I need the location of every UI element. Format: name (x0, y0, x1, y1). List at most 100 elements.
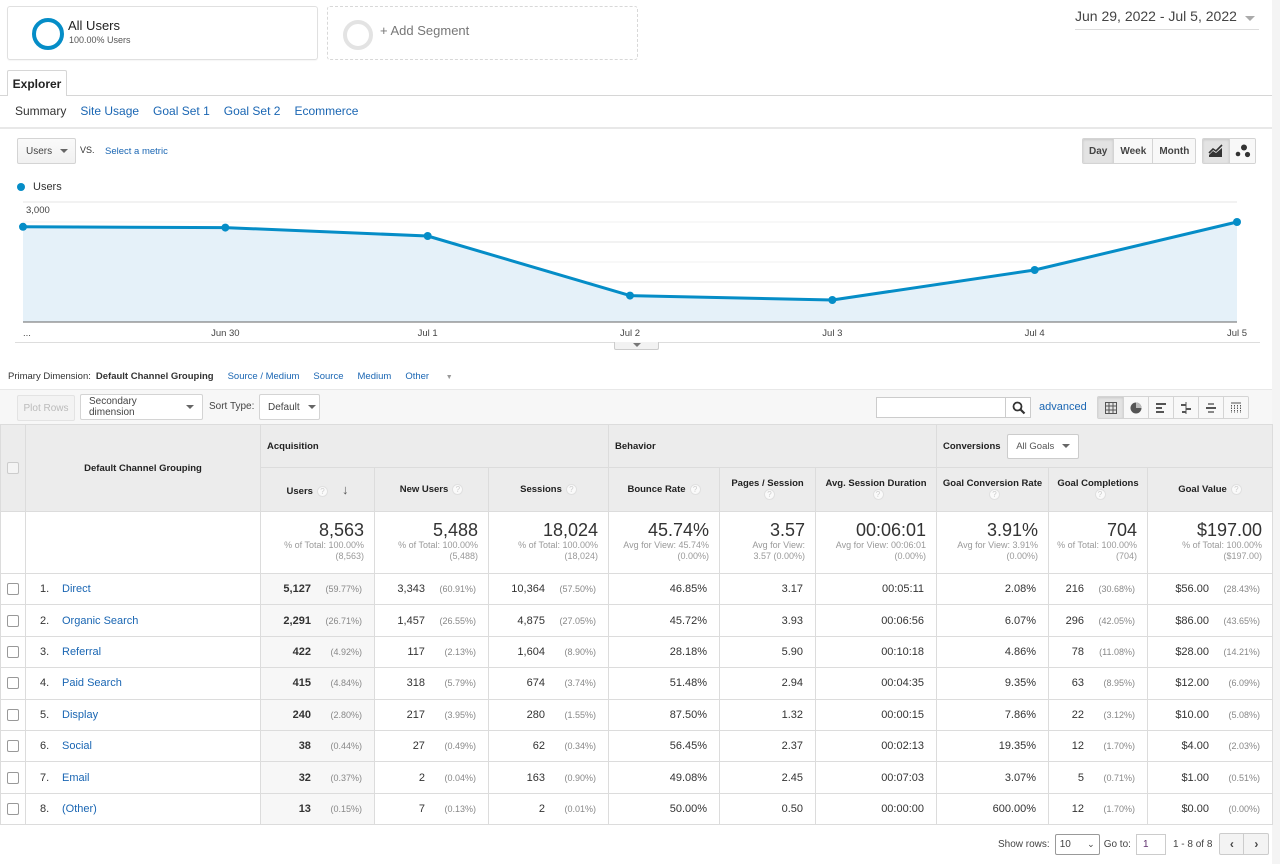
scrollbar-track[interactable] (1272, 0, 1280, 864)
table-search-input[interactable] (876, 397, 1031, 418)
channel-link[interactable]: Email (62, 772, 90, 784)
cell-value: 2.94 (781, 677, 804, 690)
period-month-button[interactable]: Month (1152, 139, 1196, 163)
cell-bounce-rate: 46.85% (608, 572, 721, 606)
chart-legend: Users (17, 181, 62, 193)
subtab-site-usage[interactable]: Site Usage (80, 104, 139, 118)
row-checkbox[interactable] (7, 646, 19, 659)
subtab-goal-set-2[interactable]: Goal Set 2 (224, 104, 281, 118)
subtab-ecommerce[interactable]: Ecommerce (294, 104, 358, 118)
view-percentage-button[interactable] (1123, 397, 1148, 418)
help-icon[interactable]: ? (764, 489, 776, 501)
subtab-goal-set-1[interactable]: Goal Set 1 (153, 104, 210, 118)
secondary-dimension-dropdown[interactable]: Secondary dimension (80, 394, 203, 420)
cell-percent: (43.65%) (1223, 615, 1261, 626)
search-icon[interactable] (1012, 401, 1026, 415)
line-chart-button[interactable] (1203, 139, 1229, 163)
column-header-pages-session[interactable]: Pages / Session? (719, 467, 817, 512)
dimension-source[interactable]: Source (313, 371, 343, 382)
dimension-source-medium[interactable]: Source / Medium (228, 371, 300, 382)
help-icon[interactable]: ? (452, 483, 464, 495)
date-range-picker[interactable]: Jun 29, 2022 - Jul 5, 2022 (1075, 8, 1259, 30)
row-select-cell (0, 698, 26, 731)
dimension-medium[interactable]: Medium (358, 371, 392, 382)
view-comparison-button[interactable] (1173, 397, 1198, 418)
goto-input[interactable]: 1 (1135, 833, 1166, 855)
channel-link[interactable]: Referral (62, 646, 101, 658)
cell-value: $12.00 (1175, 677, 1209, 690)
cell-value: 46.85% (669, 583, 708, 596)
help-icon[interactable]: ? (872, 489, 884, 501)
dimension-other[interactable]: Other ▼ (405, 371, 466, 382)
goal-select-dropdown[interactable]: All Goals (1007, 433, 1080, 459)
cell-percent: (28.43%) (1223, 584, 1261, 595)
dimension-header[interactable]: Default Channel Grouping (25, 424, 261, 512)
column-header-avg-session-duration[interactable]: Avg. Session Duration? (815, 467, 938, 512)
help-icon[interactable]: ? (316, 485, 328, 497)
row-checkbox[interactable] (7, 802, 19, 815)
cell-avg-session-duration: 00:07:03 (815, 761, 938, 794)
previous-page-button[interactable]: ‹ (1220, 834, 1245, 854)
column-header-users[interactable]: Users? ↓ (260, 467, 375, 512)
chart-collapse-handle[interactable] (614, 342, 659, 350)
advanced-filter-link[interactable]: advanced (1039, 401, 1087, 413)
column-header-goal-completions[interactable]: Goal Completions? (1048, 467, 1149, 512)
data-point[interactable] (828, 296, 837, 304)
data-point[interactable] (423, 232, 432, 240)
select-metric-link[interactable]: Select a metric (105, 146, 168, 157)
column-header-sessions[interactable]: Sessions? (487, 467, 610, 512)
data-point[interactable] (19, 222, 27, 231)
column-header-new-users[interactable]: New Users? (374, 467, 489, 512)
row-checkbox[interactable] (7, 614, 19, 627)
help-icon[interactable]: ? (1094, 489, 1106, 501)
channel-link[interactable]: Social (62, 740, 92, 752)
metric-dropdown[interactable]: Users (17, 138, 76, 164)
motion-chart-button[interactable] (1229, 139, 1255, 163)
plot-rows-button[interactable]: Plot Rows (17, 395, 75, 421)
cell-value: 7.86% (1004, 708, 1037, 721)
cell-value: 216 (1065, 583, 1084, 596)
subtab-summary[interactable]: Summary (15, 104, 66, 118)
segment-all-users[interactable]: All Users 100.00% Users (7, 6, 318, 60)
view-term-cloud-button[interactable] (1198, 397, 1223, 418)
next-page-button[interactable]: › (1244, 834, 1268, 854)
data-point[interactable] (221, 223, 230, 232)
tab-explorer[interactable]: Explorer (7, 70, 67, 96)
row-checkbox[interactable] (7, 677, 19, 690)
sort-type-dropdown[interactable]: Default (259, 394, 320, 420)
cell-percent: (0.04%) (444, 772, 476, 783)
period-week-button[interactable]: Week (1113, 139, 1153, 163)
channel-link[interactable]: Direct (62, 583, 91, 595)
column-header-goal-value[interactable]: Goal Value? (1147, 467, 1274, 512)
chevron-down-icon (1062, 444, 1071, 448)
channel-link[interactable]: Paid Search (62, 677, 122, 689)
total-value: 5,488 (432, 520, 478, 540)
data-point[interactable] (1030, 266, 1039, 274)
show-rows-select[interactable]: 10 ⌄ (1054, 833, 1100, 855)
channel-link[interactable]: Organic Search (62, 615, 138, 627)
row-checkbox[interactable] (7, 740, 19, 753)
help-icon[interactable]: ? (1230, 483, 1242, 495)
data-point[interactable] (1233, 218, 1241, 226)
view-performance-button[interactable] (1148, 397, 1173, 418)
view-data-button[interactable] (1098, 397, 1123, 418)
period-day-button[interactable]: Day (1083, 139, 1114, 163)
help-icon[interactable]: ? (565, 483, 577, 495)
row-checkbox[interactable] (7, 771, 19, 784)
select-all-checkbox[interactable] (7, 462, 19, 474)
column-header-goal-conversion-rate[interactable]: Goal Conversion Rate? (936, 467, 1050, 512)
view-pivot-button[interactable] (1223, 397, 1248, 418)
total-value: 8,563 (318, 520, 364, 540)
add-segment-button[interactable]: + Add Segment (327, 6, 638, 60)
column-header-bounce-rate[interactable]: Bounce Rate? (608, 467, 721, 512)
pivot-icon (1231, 402, 1241, 413)
channel-link[interactable]: (Other) (62, 803, 97, 815)
row-checkbox[interactable] (7, 583, 19, 596)
channel-link[interactable]: Display (62, 709, 98, 721)
cell-new-users: 117 (2.13%) (374, 635, 489, 669)
help-icon[interactable]: ? (689, 483, 701, 495)
users-line-chart[interactable]: 1,0002,0003,000...Jun 30Jul 1Jul 2Jul 3J… (0, 195, 1262, 343)
help-icon[interactable]: ? (989, 489, 1001, 501)
row-checkbox[interactable] (7, 708, 19, 721)
data-point[interactable] (626, 291, 634, 300)
